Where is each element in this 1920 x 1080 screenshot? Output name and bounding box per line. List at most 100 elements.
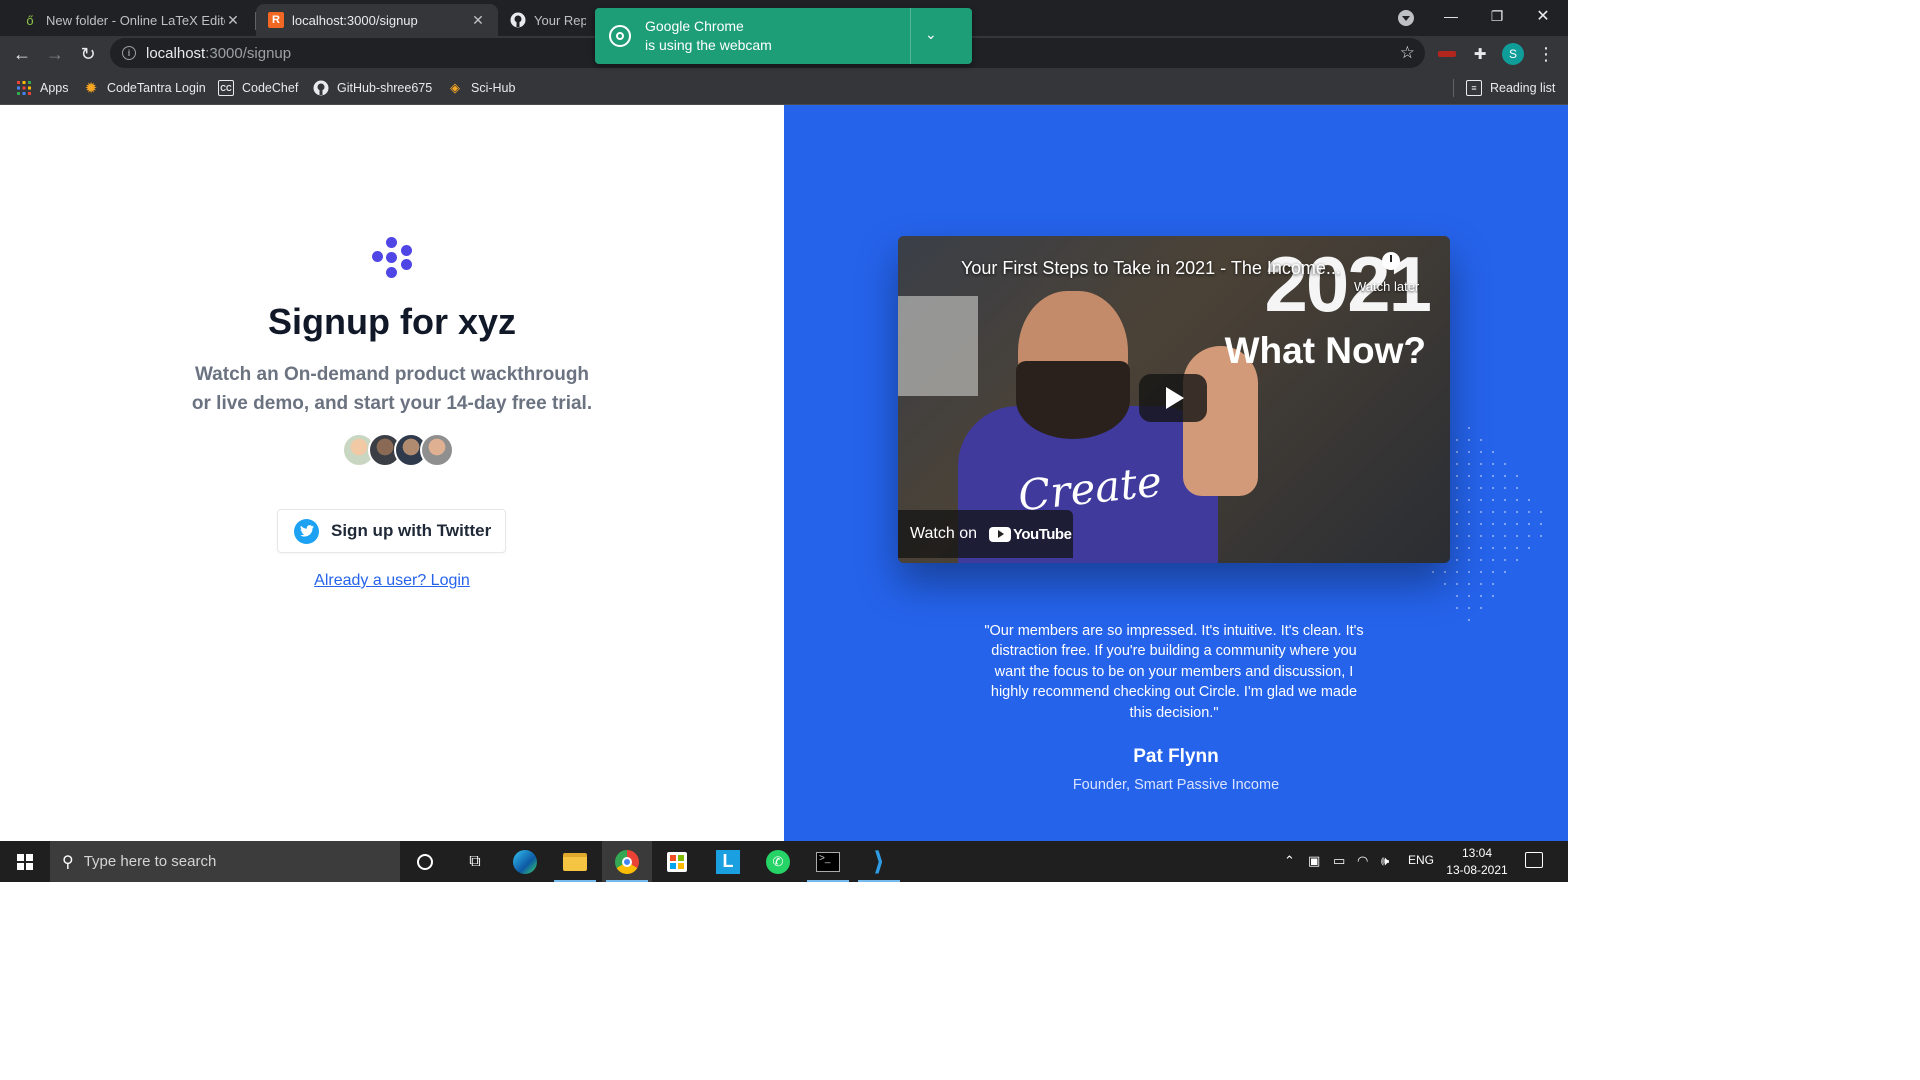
bookmark-scihub[interactable]: ◈ Sci-Hub xyxy=(447,78,515,98)
pattern-dot xyxy=(1492,463,1494,465)
menu-kebab-icon[interactable]: ⋮ xyxy=(1535,43,1557,65)
pattern-dot xyxy=(1492,499,1494,501)
battery-icon[interactable]: ▭ xyxy=(1333,853,1345,869)
pattern-dot xyxy=(1480,487,1482,489)
pattern-dot xyxy=(1480,595,1482,597)
device-icon[interactable]: ▣ xyxy=(1308,853,1320,869)
chevron-down-icon[interactable]: ⌄ xyxy=(925,26,937,43)
task-view-button[interactable]: ⧉ xyxy=(450,841,500,882)
minimize-button[interactable]: — xyxy=(1428,0,1474,32)
bookmark-codetantra[interactable]: ✹ CodeTantra Login xyxy=(83,78,206,98)
site-info-icon[interactable]: i xyxy=(122,46,136,60)
webcam-notification[interactable]: Google Chrome is using the webcam ⌄ xyxy=(595,8,972,64)
watch-on-youtube-button[interactable]: Watch on YouTube xyxy=(898,510,1073,558)
bookmark-apps[interactable]: Apps xyxy=(16,78,69,98)
start-button[interactable] xyxy=(0,841,50,882)
url-host: localhost xyxy=(146,44,206,62)
pattern-dot xyxy=(1468,571,1470,573)
watch-later-clock-icon[interactable] xyxy=(1382,252,1400,270)
taskbar-store[interactable] xyxy=(652,841,702,882)
tab-signup[interactable]: R localhost:3000/signup ✕ xyxy=(256,4,498,36)
tab-search-icon[interactable] xyxy=(1398,10,1414,26)
taskbar-edge[interactable] xyxy=(500,841,550,882)
taskbar-l-app[interactable]: L xyxy=(703,841,753,882)
pattern-dot xyxy=(1456,607,1458,609)
cortana-button[interactable] xyxy=(400,841,450,882)
play-button[interactable] xyxy=(1139,374,1207,422)
pattern-dot xyxy=(1480,523,1482,525)
watch-later-label[interactable]: Watch later xyxy=(1354,279,1419,294)
twitter-signup-button[interactable]: Sign up with Twitter xyxy=(277,509,506,553)
pattern-dot xyxy=(1492,595,1494,597)
video-title[interactable]: Your First Steps to Take in 2021 - The I… xyxy=(961,258,1341,279)
bookmark-label: CodeTantra Login xyxy=(107,81,206,95)
youtube-video-embed[interactable]: Create 2021 What Now? Your First Steps t… xyxy=(898,236,1450,563)
xyz-logo-icon xyxy=(370,237,414,279)
pattern-dot xyxy=(1492,451,1494,453)
pattern-dot xyxy=(1468,487,1470,489)
wifi-icon[interactable]: ◠ xyxy=(1357,853,1368,869)
forward-button[interactable]: → xyxy=(39,38,71,70)
pattern-dot xyxy=(1492,487,1494,489)
tab-overleaf[interactable]: ő New folder - Online LaTeX Editor ✕ xyxy=(10,4,253,36)
language-indicator[interactable]: ENG xyxy=(1408,853,1434,867)
chevron-up-icon[interactable]: ⌃ xyxy=(1284,853,1295,869)
pattern-dot xyxy=(1456,463,1458,465)
close-tab-icon[interactable]: ✕ xyxy=(225,12,241,29)
bookmark-star-icon[interactable]: ☆ xyxy=(1400,43,1415,63)
url-path: :3000/signup xyxy=(205,44,292,62)
back-button[interactable]: ← xyxy=(6,38,38,70)
codechef-icon: CC xyxy=(218,80,234,96)
extensions-puzzle-icon[interactable]: ✚ xyxy=(1469,43,1491,65)
pattern-dot xyxy=(1468,451,1470,453)
pattern-dot xyxy=(1456,475,1458,477)
pattern-dot xyxy=(1480,439,1482,441)
taskbar-chrome[interactable] xyxy=(602,841,652,882)
pattern-dot xyxy=(1516,547,1518,549)
pattern-dot xyxy=(1456,571,1458,573)
pattern-dot xyxy=(1492,571,1494,573)
pattern-dot xyxy=(1504,559,1506,561)
tab-repositories[interactable]: Your Repositories xyxy=(498,4,598,36)
pattern-dot xyxy=(1504,523,1506,525)
taskbar-file-explorer[interactable] xyxy=(550,841,600,882)
taskbar-search-box[interactable]: ⚲ Type here to search xyxy=(50,841,400,882)
pattern-dot xyxy=(1528,499,1530,501)
taskbar-terminal[interactable]: >_ xyxy=(803,841,853,882)
twitter-signup-label: Sign up with Twitter xyxy=(331,521,492,540)
extension-icon[interactable] xyxy=(1436,43,1458,65)
close-tab-icon[interactable]: ✕ xyxy=(470,12,486,29)
pattern-dot xyxy=(1492,511,1494,513)
pattern-dot xyxy=(1516,475,1518,477)
pattern-dot xyxy=(1540,535,1542,537)
pattern-dot xyxy=(1492,559,1494,561)
l-app-icon: L xyxy=(716,849,740,874)
cortana-icon xyxy=(417,853,433,870)
profile-avatar[interactable]: S xyxy=(1502,43,1524,65)
close-window-button[interactable]: ✕ xyxy=(1520,0,1566,32)
pattern-dot xyxy=(1480,535,1482,537)
pattern-dot xyxy=(1456,547,1458,549)
reload-button[interactable]: ↻ xyxy=(72,38,104,70)
terminal-icon: >_ xyxy=(816,851,840,872)
login-link[interactable]: Already a user? Login xyxy=(0,572,784,590)
pattern-dot xyxy=(1468,619,1470,621)
volume-icon[interactable]: 🕪 xyxy=(1381,853,1389,869)
pattern-dot xyxy=(1528,547,1530,549)
restore-button[interactable]: ❐ xyxy=(1474,0,1520,32)
avatar-group xyxy=(342,433,454,467)
pattern-dot xyxy=(1480,463,1482,465)
pattern-dot xyxy=(1504,571,1506,573)
pattern-dot xyxy=(1504,511,1506,513)
taskbar-clock[interactable]: 13:04 13-08-2021 xyxy=(1443,845,1511,879)
taskbar-whatsapp[interactable]: ✆ xyxy=(753,841,803,882)
apps-grid-icon xyxy=(16,80,32,96)
bookmark-github[interactable]: GitHub-shree675 xyxy=(313,78,432,98)
bookmark-codechef[interactable]: CC CodeChef xyxy=(218,78,298,98)
pattern-dot xyxy=(1540,511,1542,513)
action-center-icon[interactable] xyxy=(1525,852,1543,868)
clock-time: 13:04 xyxy=(1461,846,1493,860)
taskbar-vscode[interactable]: ⟩ xyxy=(854,841,904,882)
reading-list-button[interactable]: ≡ Reading list xyxy=(1466,78,1555,98)
pattern-dot xyxy=(1444,583,1446,585)
